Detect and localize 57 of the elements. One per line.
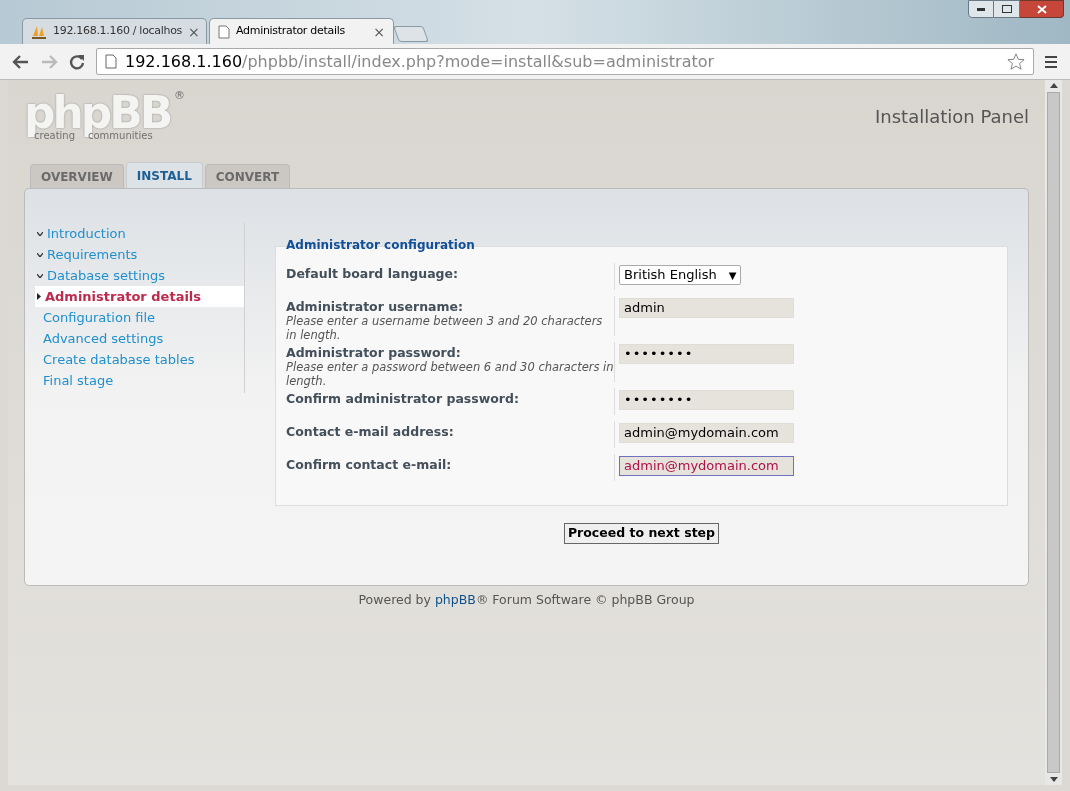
tab-title: 192.168.1.160 / localhos — [53, 23, 183, 40]
section-legend: Administrator configuration — [286, 236, 475, 254]
close-icon[interactable]: × — [188, 24, 200, 39]
url-text: 192.168.1.160/phpbb/install/index.php?mode=install&sub=administrator — [125, 50, 716, 73]
password-field[interactable]: •••••••• — [619, 390, 794, 410]
nav-tab[interactable]: CONVERT — [204, 164, 291, 188]
scroll-thumb[interactable] — [1047, 92, 1060, 773]
nav-tab[interactable]: INSTALL — [125, 162, 203, 188]
menu-item[interactable]: Create database tables — [35, 349, 244, 370]
input-field[interactable]: admin@mydomain.com — [619, 456, 794, 476]
menu-item[interactable]: Configuration file — [35, 307, 244, 328]
page-icon — [105, 54, 117, 69]
password-field[interactable]: •••••••• — [619, 344, 794, 364]
menu-icon[interactable] — [1044, 54, 1058, 69]
star-icon[interactable] — [1007, 52, 1025, 71]
reload-icon[interactable] — [68, 52, 86, 71]
scroll-down-icon[interactable] — [1049, 777, 1058, 782]
menu-item[interactable]: Advanced settings — [35, 328, 244, 349]
field-label: Confirm contact e-mail: — [286, 457, 453, 472]
input-field[interactable]: admin@mydomain.com — [619, 423, 794, 443]
address-bar[interactable]: 192.168.1.160/phpbb/install/index.php?mode=install&sub=administrator — [96, 48, 1034, 75]
submit-button[interactable]: Proceed to next step — [563, 523, 720, 544]
field-label: Administrator password: — [286, 345, 462, 360]
menu-item[interactable]: Final stage — [35, 370, 244, 391]
chevron-icon — [37, 231, 43, 236]
language-select[interactable]: British English ▼ — [619, 265, 742, 285]
chevron-icon — [37, 273, 43, 278]
phpbb-link[interactable]: phpBB — [434, 592, 476, 607]
field-label: Administrator username: — [286, 299, 465, 314]
footer-text: Powered by phpBB® Forum Software © phpBB Group — [358, 591, 695, 609]
menu-item[interactable]: Administrator details — [35, 286, 244, 307]
close-icon[interactable]: × — [373, 24, 385, 39]
close-icon — [1036, 4, 1047, 14]
maximize-button[interactable] — [994, 0, 1020, 18]
scroll-up-icon[interactable] — [1049, 83, 1058, 88]
field-hint: Please enter a password between 6 and 30 characters in length. — [286, 360, 614, 388]
scrollbar[interactable] — [1045, 80, 1062, 785]
nav-tab[interactable]: OVERVIEW — [30, 164, 124, 188]
menu-item[interactable]: Database settings — [35, 265, 244, 286]
field-label: Contact e-mail address: — [286, 424, 455, 439]
pointer-icon — [37, 293, 41, 300]
close-button[interactable] — [1020, 0, 1064, 18]
page-icon — [218, 24, 230, 39]
maximize-icon — [1001, 5, 1012, 13]
panel-title: Installation Panel — [875, 105, 1029, 129]
minimize-button[interactable] — [968, 0, 994, 18]
browser-tab[interactable]: 192.168.1.160 / localhos × — [22, 18, 207, 44]
back-icon[interactable] — [12, 53, 30, 70]
field-hint: Please enter a username between 3 and 20 characters in length. — [286, 314, 604, 342]
browser-tab[interactable]: Administrator details × — [209, 18, 394, 44]
field-label: Confirm administrator password: — [286, 391, 520, 406]
minimize-icon — [977, 7, 985, 11]
logo: phpBB® creating communities — [24, 88, 184, 143]
field-label: Default board language: — [286, 266, 459, 281]
tab-title: Administrator details — [236, 23, 346, 40]
chevron-icon — [37, 252, 43, 257]
input-field[interactable]: admin — [619, 298, 794, 318]
